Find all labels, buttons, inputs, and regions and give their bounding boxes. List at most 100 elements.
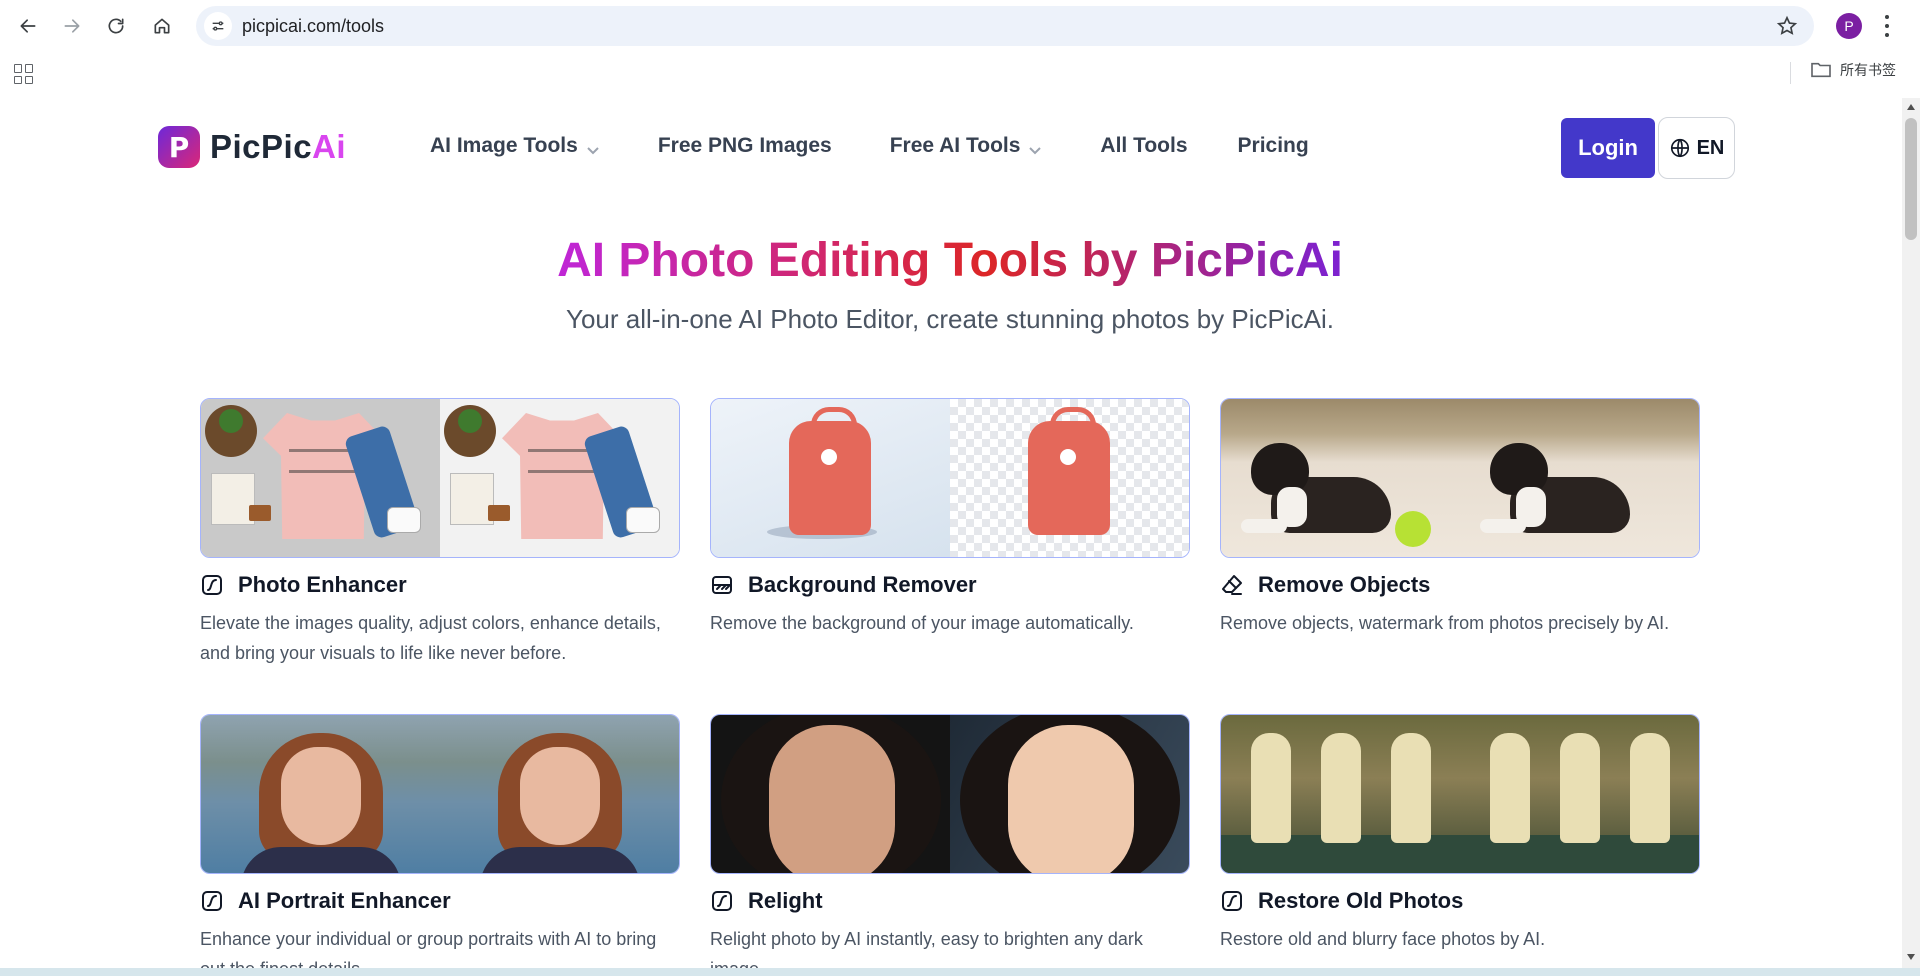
tool-thumbnail[interactable] xyxy=(1220,398,1700,558)
tool-thumbnail[interactable] xyxy=(200,714,680,874)
person-shape xyxy=(1560,733,1600,843)
backpack-shape xyxy=(1028,407,1110,535)
wallet-shape xyxy=(488,505,510,521)
tool-card-ai-portrait-enhancer[interactable]: AI Portrait Enhancer Enhance your indivi… xyxy=(200,714,680,976)
dog-head xyxy=(1251,443,1309,495)
tool-title-row[interactable]: Photo Enhancer xyxy=(200,572,680,598)
nav-free-ai-tools[interactable]: Free AI Tools xyxy=(890,134,1043,158)
tool-card-relight[interactable]: Relight Relight photo by AI instantly, e… xyxy=(710,714,1190,976)
tool-title: AI Portrait Enhancer xyxy=(238,888,451,913)
nav-label: Free AI Tools xyxy=(889,134,1021,157)
tool-card-background-remover[interactable]: Background Remover Remove the background… xyxy=(710,398,1190,638)
profile-avatar[interactable]: P xyxy=(1836,13,1862,39)
apps-cell xyxy=(25,64,33,73)
logo-text: PicPicAi xyxy=(210,128,346,166)
after-image xyxy=(950,399,1189,557)
scroll-down-icon[interactable] xyxy=(1907,954,1915,960)
logo-text-main: PicPic xyxy=(210,128,313,165)
chevron-down-icon xyxy=(1028,139,1042,155)
apps-icon[interactable] xyxy=(14,64,34,84)
face-shape xyxy=(281,747,361,845)
scrollbar-thumb[interactable] xyxy=(1905,118,1917,240)
tune-icon xyxy=(212,21,224,31)
tool-card-remove-objects[interactable]: Remove Objects Remove objects, watermark… xyxy=(1220,398,1700,638)
tool-thumbnail[interactable] xyxy=(710,398,1190,558)
before-image xyxy=(711,715,950,873)
all-bookmarks-folder[interactable]: 所有书签 xyxy=(1810,60,1896,80)
tool-title: Photo Enhancer xyxy=(238,572,407,597)
tool-thumbnail[interactable] xyxy=(1220,714,1700,874)
face-shape xyxy=(769,725,895,873)
face-shape xyxy=(520,747,600,845)
after-image xyxy=(440,715,679,873)
tool-card-restore-old-photos[interactable]: Restore Old Photos Restore old and blurr… xyxy=(1220,714,1700,954)
nav-ai-image-tools[interactable]: AI Image Tools xyxy=(430,134,600,158)
nav-all-tools[interactable]: All Tools xyxy=(1100,134,1187,158)
backpack-shape xyxy=(789,407,871,535)
scroll-up-icon[interactable] xyxy=(1907,104,1915,110)
tool-title-row[interactable]: AI Portrait Enhancer xyxy=(200,888,680,914)
tool-thumbnail[interactable] xyxy=(200,398,680,558)
dog-paw xyxy=(1480,519,1526,533)
language-button[interactable]: EN xyxy=(1658,117,1735,179)
browser-menu-button[interactable] xyxy=(1882,12,1892,40)
face-shape xyxy=(1008,725,1134,873)
person-shape xyxy=(1391,733,1431,843)
enhance-icon xyxy=(200,573,224,597)
shoe-shape xyxy=(387,507,421,533)
enhance-icon xyxy=(1220,889,1244,913)
page-viewport: P PicPicAi AI Image Tools Free PNG Image… xyxy=(0,98,1920,976)
main-nav: AI Image Tools Free PNG Images Free AI T… xyxy=(430,134,1367,158)
bookmark-star-button[interactable] xyxy=(1776,15,1798,37)
nav-label: AI Image Tools xyxy=(430,134,578,157)
tool-card-photo-enhancer[interactable]: Photo Enhancer Elevate the images qualit… xyxy=(200,398,680,668)
tool-title-row[interactable]: Background Remover xyxy=(710,572,1190,598)
body-shape xyxy=(241,847,401,873)
person-shape xyxy=(1630,733,1670,843)
address-bar[interactable]: picpicai.com/tools xyxy=(196,6,1814,46)
arrow-right-icon xyxy=(64,19,80,33)
login-button[interactable]: Login xyxy=(1561,118,1655,178)
tool-description: Remove objects, watermark from photos pr… xyxy=(1220,613,1670,633)
home-button[interactable] xyxy=(146,10,178,42)
plant-shape xyxy=(205,405,257,457)
apps-cell xyxy=(14,75,22,84)
bookmarks-divider xyxy=(1790,62,1791,84)
person-shape xyxy=(1321,733,1361,843)
eraser-icon xyxy=(1220,573,1244,597)
language-label: EN xyxy=(1696,136,1725,159)
logo-mark-letter: P xyxy=(168,130,190,164)
nav-label: Pricing xyxy=(1237,134,1309,157)
chevron-down-icon xyxy=(586,139,600,155)
forward-button[interactable] xyxy=(56,10,88,42)
site-logo[interactable]: P PicPicAi xyxy=(158,126,346,168)
tool-title-row[interactable]: Relight xyxy=(710,888,1190,914)
browser-toolbar: picpicai.com/tools P xyxy=(0,0,1920,52)
page-subtitle: Your all-in-one AI Photo Editor, create … xyxy=(566,304,1334,334)
tool-title-row[interactable]: Restore Old Photos xyxy=(1220,888,1700,914)
logo-text-accent: Ai xyxy=(312,128,347,165)
home-icon xyxy=(154,18,170,34)
tool-title-row[interactable]: Remove Objects xyxy=(1220,572,1700,598)
tool-thumbnail[interactable] xyxy=(710,714,1190,874)
wallet-shape xyxy=(249,505,271,521)
nav-free-png-images[interactable]: Free PNG Images xyxy=(658,134,832,158)
tool-title: Restore Old Photos xyxy=(1258,888,1464,913)
tool-description: Elevate the images quality, adjust color… xyxy=(200,613,661,663)
page-title: AI Photo Editing Tools by PicPicAi xyxy=(0,233,1900,288)
body-shape xyxy=(480,847,640,873)
back-button[interactable] xyxy=(12,10,44,42)
tool-description: Remove the background of your image auto… xyxy=(710,613,1134,633)
page-scrollbar[interactable] xyxy=(1902,98,1920,968)
nav-label: All Tools xyxy=(1100,134,1188,157)
globe-icon xyxy=(1670,138,1689,158)
url-text[interactable]: picpicai.com/tools xyxy=(242,16,384,37)
apps-cell xyxy=(25,75,33,84)
tool-title: Relight xyxy=(748,888,823,913)
browser-chrome: picpicai.com/tools P 所有书签 xyxy=(0,0,1920,98)
folder-icon xyxy=(1811,62,1831,78)
before-image xyxy=(201,399,440,557)
reload-button[interactable] xyxy=(100,10,132,42)
nav-pricing[interactable]: Pricing xyxy=(1238,134,1309,158)
site-info-button[interactable] xyxy=(204,12,232,40)
